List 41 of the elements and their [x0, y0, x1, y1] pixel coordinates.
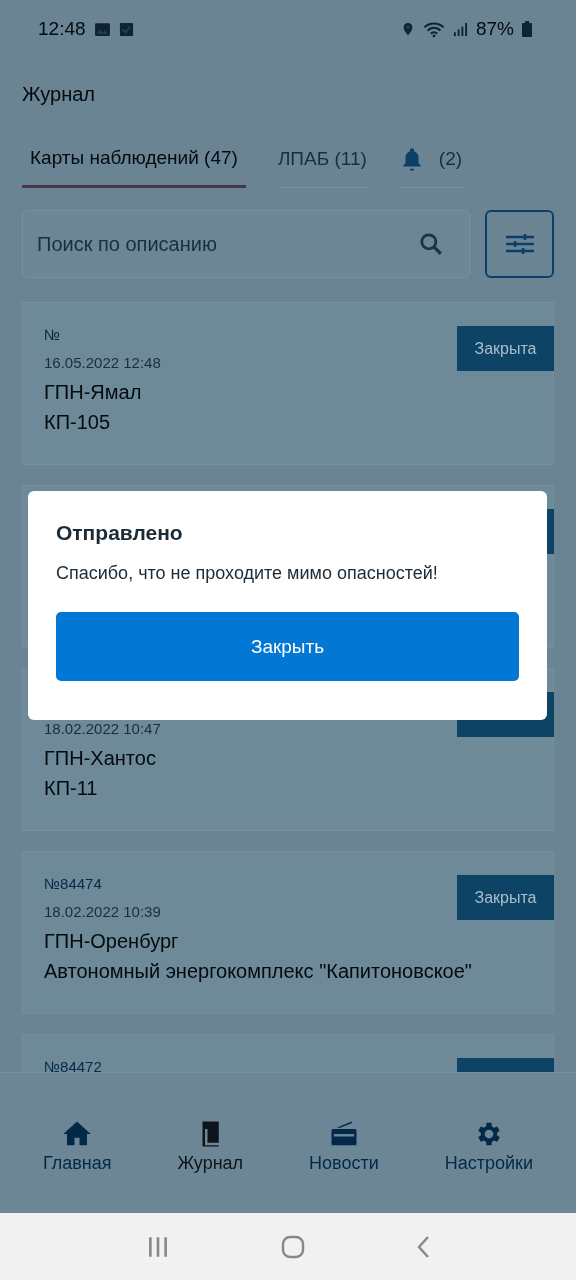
record-date: 18.02.2022 10:47 — [44, 720, 161, 737]
record-card[interactable]: №84472 — [22, 1034, 554, 1072]
signal-icon — [452, 21, 468, 37]
record-company: ГПН-Оренбург — [44, 929, 180, 954]
record-card[interactable]: № 16.05.2022 12:48 ГПН-Ямал КП-105 Закрыта — [22, 302, 554, 465]
dialog-message: Спасибо, что не проходите мимо опасностей! — [56, 563, 439, 584]
record-site: КП-11 — [44, 776, 99, 801]
battery-percent: 87% — [475, 18, 514, 40]
dialog-title: Отправлено — [56, 521, 184, 545]
close-button[interactable]: Закрыть — [56, 612, 519, 681]
search-icon — [418, 231, 444, 257]
record-date: 18.02.2022 10:39 — [44, 903, 161, 920]
nav-item[interactable]: Настройки — [438, 1073, 539, 1175]
status-badge: Закрыта — [457, 875, 554, 920]
home-button-icon[interactable] — [281, 1234, 305, 1259]
back-icon[interactable] — [416, 1234, 431, 1259]
record-site: Автономный энергокомплекс "Капитоновское" — [44, 959, 473, 984]
tab[interactable]: (2) — [398, 130, 463, 188]
record-number: №84474 — [44, 875, 102, 892]
tab[interactable]: Карты наблюдений (47) — [22, 130, 246, 188]
sliders-icon — [504, 232, 535, 256]
nav-item[interactable]: Новости — [303, 1073, 385, 1175]
record-site: КП-105 — [44, 410, 112, 435]
record-card[interactable]: №84474 18.02.2022 10:39 ГПН-Оренбург Автономный энергокомплекс "Капитоновское" Закрыта — [22, 851, 554, 1014]
search-field[interactable]: Поиск по описанию — [22, 210, 470, 278]
record-date: 16.05.2022 12:48 — [44, 354, 161, 371]
page-title: Журнал — [22, 82, 95, 106]
nav-item[interactable]: Главная — [36, 1073, 118, 1175]
image-icon — [93, 20, 111, 38]
tab[interactable]: ЛПАБ (11) — [277, 130, 367, 188]
record-number: №84472 — [44, 1058, 102, 1072]
record-company: ГПН-Хантос — [44, 746, 157, 771]
battery-icon — [522, 21, 532, 37]
status-time: 12:48 — [38, 18, 86, 40]
checkbox-icon — [118, 21, 134, 37]
record-company: ГПН-Ямал — [44, 380, 143, 405]
filter-button[interactable] — [485, 210, 554, 278]
wifi-icon — [422, 20, 445, 38]
record-number: № — [44, 326, 61, 343]
status-badge: Закрыта — [457, 326, 554, 371]
nav-item[interactable]: Журнал — [171, 1073, 250, 1175]
